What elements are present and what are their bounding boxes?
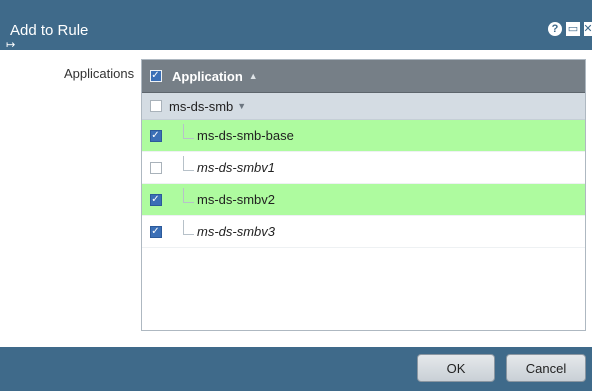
select-all-checkbox[interactable]: ✓ bbox=[149, 70, 162, 82]
list-item-ms-ds-smb-base[interactable]: ✓ ms-ds-smb-base bbox=[142, 120, 585, 152]
row-label: ms-ds-smbv3 bbox=[197, 224, 276, 239]
dialog-body: Applications ✓ Application ▲ ms-ds-smb ▼… bbox=[0, 50, 592, 347]
row-label: ms-ds-smb-base bbox=[197, 128, 294, 143]
dialog-title: Add to Rule bbox=[10, 22, 89, 39]
tree-connector bbox=[183, 188, 194, 203]
maximize-icon[interactable]: ▭ bbox=[566, 22, 580, 36]
tree-connector bbox=[183, 124, 194, 139]
tree-connector bbox=[183, 156, 194, 171]
title-icons: ? ▭ ✕ bbox=[548, 22, 592, 38]
grid-header: ✓ Application ▲ bbox=[142, 60, 585, 93]
row-checkbox[interactable]: ✓ bbox=[149, 193, 162, 206]
close-icon[interactable]: ✕ bbox=[584, 22, 592, 36]
applications-label: Applications bbox=[64, 66, 135, 81]
ok-button[interactable]: OK bbox=[417, 354, 495, 382]
group-label: ms-ds-smb bbox=[169, 98, 234, 114]
tree-connector bbox=[183, 220, 194, 235]
row-checkbox[interactable] bbox=[149, 100, 162, 112]
row-checkbox[interactable] bbox=[149, 161, 162, 174]
expand-down-icon[interactable]: ▼ bbox=[237, 101, 246, 111]
list-item-ms-ds-smbv1[interactable]: ms-ds-smbv1 bbox=[142, 152, 585, 184]
row-label: ms-ds-smbv2 bbox=[197, 192, 276, 207]
applications-grid: ✓ Application ▲ ms-ds-smb ▼ ✓ ms-ds-smb-… bbox=[141, 59, 586, 331]
dialog-footer: OK Cancel bbox=[0, 347, 592, 391]
row-checkbox[interactable]: ✓ bbox=[149, 225, 162, 238]
drag-handle-icon[interactable]: ↦ bbox=[6, 40, 20, 51]
cancel-button[interactable]: Cancel bbox=[506, 354, 586, 382]
column-header-application[interactable]: Application bbox=[172, 69, 243, 84]
group-row-ms-ds-smb[interactable]: ms-ds-smb ▼ bbox=[142, 93, 585, 120]
row-label: ms-ds-smbv1 bbox=[197, 160, 276, 175]
list-item-ms-ds-smbv2[interactable]: ✓ ms-ds-smbv2 bbox=[142, 184, 585, 216]
list-item-ms-ds-smbv3[interactable]: ✓ ms-ds-smbv3 bbox=[142, 216, 585, 248]
row-checkbox[interactable]: ✓ bbox=[149, 129, 162, 142]
help-icon[interactable]: ? bbox=[548, 22, 562, 36]
dialog-titlebar[interactable]: Add to Rule ↦ ? ▭ ✕ bbox=[0, 0, 592, 51]
sort-ascending-icon[interactable]: ▲ bbox=[249, 71, 258, 81]
